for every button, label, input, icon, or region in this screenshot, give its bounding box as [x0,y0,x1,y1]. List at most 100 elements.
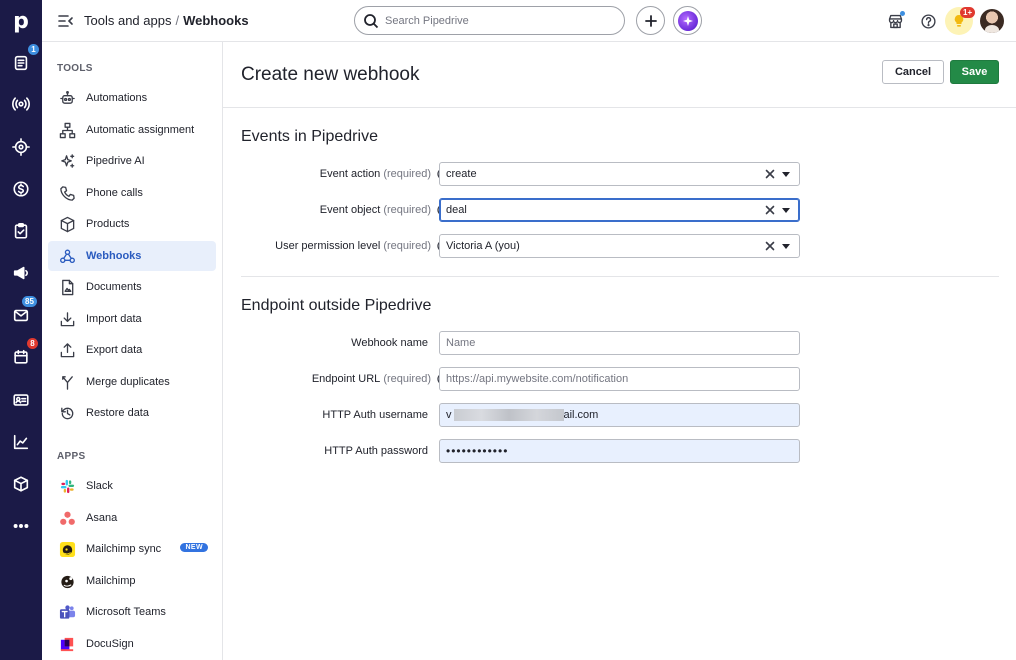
rail-contacts[interactable] [0,385,42,415]
sidebar-item-documents[interactable]: Documents [48,272,216,302]
search-input[interactable] [385,14,605,27]
sidebar-item-merge-duplicates[interactable]: Merge duplicates [48,367,216,397]
password-value: •••••••••••• [446,444,509,458]
sidebar-item-pipedrive-ai[interactable]: Pipedrive AI [48,146,216,176]
calendar-icon [14,349,28,364]
sidebar-item-mailchimp[interactable]: Mailchimp [48,566,216,596]
sidebar-item-label: Mailchimp sync [86,543,162,555]
sidebar-item-mailchimp-sync[interactable]: Mailchimp sync NEW [48,534,216,564]
mailchimp-icon [59,541,75,557]
rail-projects[interactable] [0,132,42,162]
sidebar-item-docusign[interactable]: DocuSign [48,629,216,659]
sidebar-item-phone-calls[interactable]: Phone calls [48,178,216,208]
webhook-name-input[interactable] [439,331,800,355]
pipedrive-logo[interactable]: p [0,0,42,42]
marketplace-button[interactable] [885,11,905,31]
cancel-button[interactable]: Cancel [882,60,944,84]
rail-more[interactable] [0,511,42,541]
rail-activities[interactable] [0,216,42,246]
rail-products[interactable] [0,469,42,499]
permission-level-label: User permission level (required) [275,240,449,252]
sidebar-item-label: DocuSign [86,638,134,650]
endpoint-url-label: Endpoint URL (required) [312,373,449,385]
dollar-icon [13,181,29,197]
top-bar: Tools and apps /Webhooks 1+ [42,0,1016,42]
phone-icon [59,185,75,201]
rail-leads[interactable] [0,89,42,119]
event-object-select[interactable]: deal [439,198,800,222]
user-avatar[interactable] [980,9,1004,33]
webhook-icon [59,249,75,263]
sidebar-item-microsoft-teams[interactable]: Microsoft Teams [48,597,216,627]
sidebar-item-automations[interactable]: Automations [48,83,216,113]
rail-sales[interactable] [0,174,42,204]
chevron-down-icon[interactable] [782,171,790,177]
event-action-label-text: Event action [319,168,381,180]
sidebar-item-slack[interactable]: Slack [48,471,216,501]
teams-icon [59,604,75,619]
calendar-badge: 8 [27,338,38,349]
permission-label-text: User permission level [275,240,381,252]
sidebar-item-label: Pipedrive AI [86,155,145,167]
sidebar-item-label: Restore data [86,407,149,419]
sidebar-item-label: Mailchimp [86,575,136,587]
chevron-down-icon[interactable] [782,207,790,213]
sidebar-item-restore-data[interactable]: Restore data [48,398,216,428]
contact-card-icon [13,394,29,406]
clear-icon[interactable] [765,241,775,251]
broadcast-icon [12,97,30,111]
breadcrumb-parent[interactable]: Tools and apps [84,13,171,28]
help-button[interactable] [918,11,938,31]
tips-badge: 1+ [960,7,976,18]
sidebar-item-label: Merge duplicates [86,376,170,388]
permission-level-select[interactable]: Victoria A (you) [439,234,800,258]
save-button[interactable]: Save [950,60,999,84]
apps-section-label: APPS [57,451,86,462]
breadcrumb-separator: / [175,13,180,28]
sidebar-item-products[interactable]: Products [48,209,216,239]
chevron-down-icon[interactable] [782,243,790,249]
event-action-label: Event action (required) [320,168,449,180]
sidebar-item-export-data[interactable]: Export data [48,335,216,365]
password-input[interactable]: •••••••••••• [439,439,800,463]
rail-campaigns[interactable] [0,258,42,288]
username-input[interactable]: v ail.com [439,403,800,427]
chart-line-icon [13,434,29,450]
tools-section-label: TOOLS [57,63,93,74]
rail-insights[interactable] [0,427,42,457]
asana-icon [59,511,75,525]
menu-toggle-button[interactable] [58,13,74,29]
sidebar-item-label: Documents [86,281,142,293]
cube-icon [13,476,29,492]
more-dots-icon [13,524,29,528]
plus-icon [644,14,657,27]
clear-icon[interactable] [765,169,775,179]
global-search[interactable] [354,6,625,35]
robot-icon [59,90,75,104]
quick-add-button[interactable] [636,6,665,35]
event-object-value: deal [446,204,467,216]
ai-assistant-button[interactable] [673,6,702,35]
collapse-menu-icon [58,15,73,27]
tools-sidebar: TOOLS Automations Automatic assignment P… [42,42,223,660]
sidebar-item-label: Automations [86,92,148,104]
merge-icon [61,375,73,390]
endpoint-url-input[interactable] [439,367,800,391]
sidebar-item-webhooks[interactable]: Webhooks [48,241,216,271]
search-icon [364,13,379,28]
slack-icon [60,479,74,493]
document-icon [61,279,73,295]
sidebar-item-label: Microsoft Teams [86,606,166,618]
sidebar-item-import-data[interactable]: Import data [48,304,216,334]
required-hint: (required) [383,373,431,385]
clear-icon[interactable] [765,205,775,215]
event-action-select[interactable]: create [439,162,800,186]
sidebar-item-automatic-assignment[interactable]: Automatic assignment [48,115,216,145]
sidebar-item-label: Webhooks [86,250,142,262]
section-divider [241,276,999,277]
docusign-icon [60,637,73,651]
webhook-name-label: Webhook name [351,337,428,349]
sidebar-item-asana[interactable]: Asana [48,503,216,533]
export-icon [60,342,74,357]
megaphone-icon [13,266,28,280]
